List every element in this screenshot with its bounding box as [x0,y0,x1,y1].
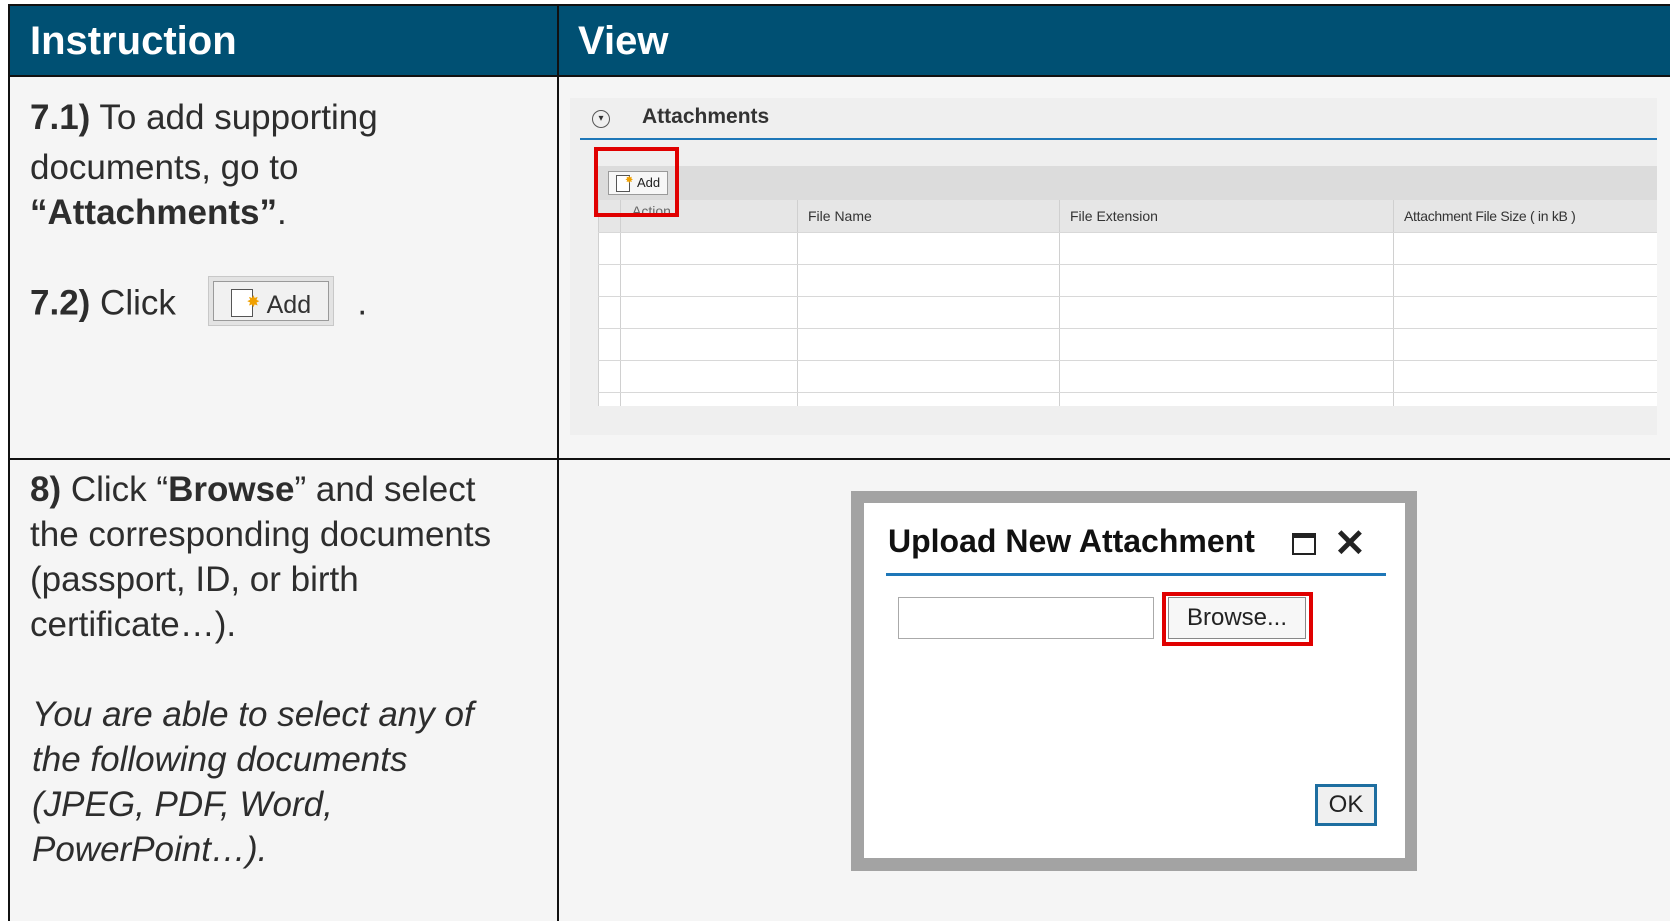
table-row[interactable] [598,296,1657,297]
table-header-row: Action File Name File Extension Attachme… [598,200,1657,232]
column-header-file-name[interactable]: File Name [808,208,872,224]
star-icon: ✸ [246,294,261,311]
column-divider [620,200,621,406]
step-7-2-line: 7.2) Click ✸ Add . [30,276,368,330]
note-text-4: PowerPoint…). [32,830,268,869]
step-8-line4: certificate…). [30,603,236,647]
column-divider [557,4,559,921]
table-top-border [8,4,1670,6]
column-divider [598,200,599,406]
attachments-panel: ▾ Attachments ✸ Add Action File Name Fil… [570,98,1657,435]
column-divider [1059,200,1060,406]
attachments-keyword: “Attachments” [30,193,277,232]
header-instruction: Instruction [10,6,558,76]
note-text-1: You are able to select any of [32,695,474,734]
period: . [357,283,368,323]
instruction-table: Instruction View 7.1) To add supporting … [0,0,1670,921]
upload-dialog: Upload New Attachment ✕ Browse... OK [864,503,1405,858]
step-7-1-line2: documents, go to [30,146,299,190]
step-7-1-line3: “Attachments”. [30,191,287,235]
step-8-number: 8) [30,470,62,509]
attachments-title: Attachments [642,105,770,128]
column-divider [1393,200,1394,406]
step-8-line1: 8) Click “Browse” and select [30,468,475,512]
step-7-1-number: 7.1) [30,98,91,137]
column-header-file-extension[interactable]: File Extension [1070,208,1158,224]
step-8-text-2: the corresponding documents [30,515,492,554]
collapse-toggle-icon[interactable]: ▾ [592,110,610,128]
note-line1: You are able to select any of [32,693,474,737]
file-path-input[interactable] [898,597,1154,639]
note-text-3: (JPEG, PDF, Word, [32,785,333,824]
table-row[interactable] [598,264,1657,265]
add-button-illustration: ✸ Add [207,276,334,326]
step-8-text-4: certificate…). [30,605,237,644]
step-8-line3: (passport, ID, or birth [30,558,359,602]
add-button-illustration-label: Add [266,291,312,319]
note-text-2: the following documents [32,740,408,779]
maximize-icon[interactable] [1292,533,1316,555]
step-7-2-number: 7.2) [30,283,91,323]
note-line4: PowerPoint…). [32,828,267,872]
note-line3: (JPEG, PDF, Word, [32,783,333,827]
step-8-click: Click “ [61,470,169,509]
table-row[interactable] [598,392,1657,393]
step-8-text-3: (passport, ID, or birth [30,560,359,599]
step-8-line2: the corresponding documents [30,513,491,557]
header-view: View [558,6,1670,76]
attachments-header: ▾ Attachments [580,98,1657,140]
note-line2: the following documents [32,738,408,782]
browse-keyword: Browse [168,470,295,509]
table-row[interactable] [598,328,1657,329]
browse-button-highlight [1162,592,1313,646]
period: . [276,193,287,232]
row-divider [8,458,1670,460]
table-row[interactable] [598,232,1657,233]
upload-dialog-title: Upload New Attachment [888,523,1255,559]
step-7-1-line1: 7.1) To add supporting [30,96,378,140]
add-button-highlight [594,147,679,217]
step-7-2-click: Click [90,283,176,323]
step-8-text: ” and select [294,470,476,509]
ok-button[interactable]: OK [1315,784,1377,826]
column-header-file-size[interactable]: Attachment File Size ( in kB ) [1404,208,1576,224]
column-divider [797,200,798,406]
table-left-border [8,4,10,921]
close-icon[interactable]: ✕ [1334,519,1366,569]
step-7-1-text: To add supporting [90,98,378,137]
step-7-1-text-2: documents, go to [30,148,299,187]
table-row[interactable] [598,360,1657,361]
attachments-toolbar: ✸ Add [598,166,1657,200]
attachments-table: Action File Name File Extension Attachme… [598,200,1657,406]
header-bottom-border [8,75,1670,77]
dialog-title-underline [886,573,1386,576]
